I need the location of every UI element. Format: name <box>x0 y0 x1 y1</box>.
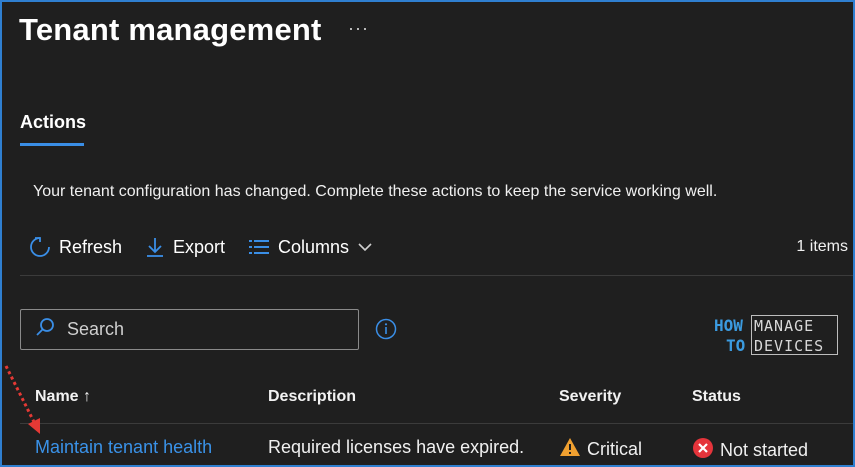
chevron-down-icon <box>357 241 373 253</box>
export-label: Export <box>173 236 226 257</box>
columns-icon <box>248 237 270 257</box>
columns-label: Columns <box>278 236 350 257</box>
tab-actions[interactable]: Actions <box>20 112 86 133</box>
logo-devices-text: DEVICES <box>754 337 825 355</box>
page-description: Your tenant configuration has changed. C… <box>33 183 718 200</box>
action-name-link[interactable]: Maintain tenant health <box>35 437 212 458</box>
toolbar-divider <box>20 275 853 276</box>
search-input[interactable] <box>65 318 339 341</box>
column-header-status[interactable]: Status <box>692 388 741 406</box>
search-icon <box>35 317 55 342</box>
how-to-manage-devices-logo: HOW TO MANAGE DEVICES <box>714 314 840 358</box>
refresh-icon <box>29 236 51 258</box>
column-header-description[interactable]: Description <box>268 388 356 406</box>
logo-manage-text: MANAGE <box>754 317 815 335</box>
annotation-arrow-icon <box>2 364 46 443</box>
info-icon[interactable] <box>375 318 397 345</box>
status-cell: Not started <box>692 437 808 464</box>
status-label: Not started <box>720 440 809 460</box>
search-box[interactable] <box>20 309 359 350</box>
header-divider <box>20 423 853 424</box>
page-title: Tenant management <box>19 12 322 47</box>
export-button[interactable]: Export <box>145 234 225 260</box>
action-description: Required licenses have expired. <box>268 437 525 457</box>
error-icon <box>692 437 714 464</box>
logo-how-text: HOW <box>714 316 743 335</box>
download-icon <box>145 236 165 258</box>
severity-label: Critical <box>587 439 643 459</box>
logo-to-text: TO <box>726 336 746 355</box>
more-options-button[interactable]: ··· <box>348 18 369 39</box>
refresh-label: Refresh <box>59 236 123 257</box>
severity-cell: Critical <box>559 437 642 462</box>
columns-button[interactable]: Columns <box>248 234 373 260</box>
column-header-severity[interactable]: Severity <box>559 388 621 406</box>
refresh-button[interactable]: Refresh <box>29 234 122 260</box>
items-count: 1 items <box>796 238 848 255</box>
active-tab-indicator <box>20 143 84 146</box>
warning-icon <box>559 437 581 462</box>
tenant-management-page: Tenant management ··· Actions Your tenan… <box>2 2 853 465</box>
